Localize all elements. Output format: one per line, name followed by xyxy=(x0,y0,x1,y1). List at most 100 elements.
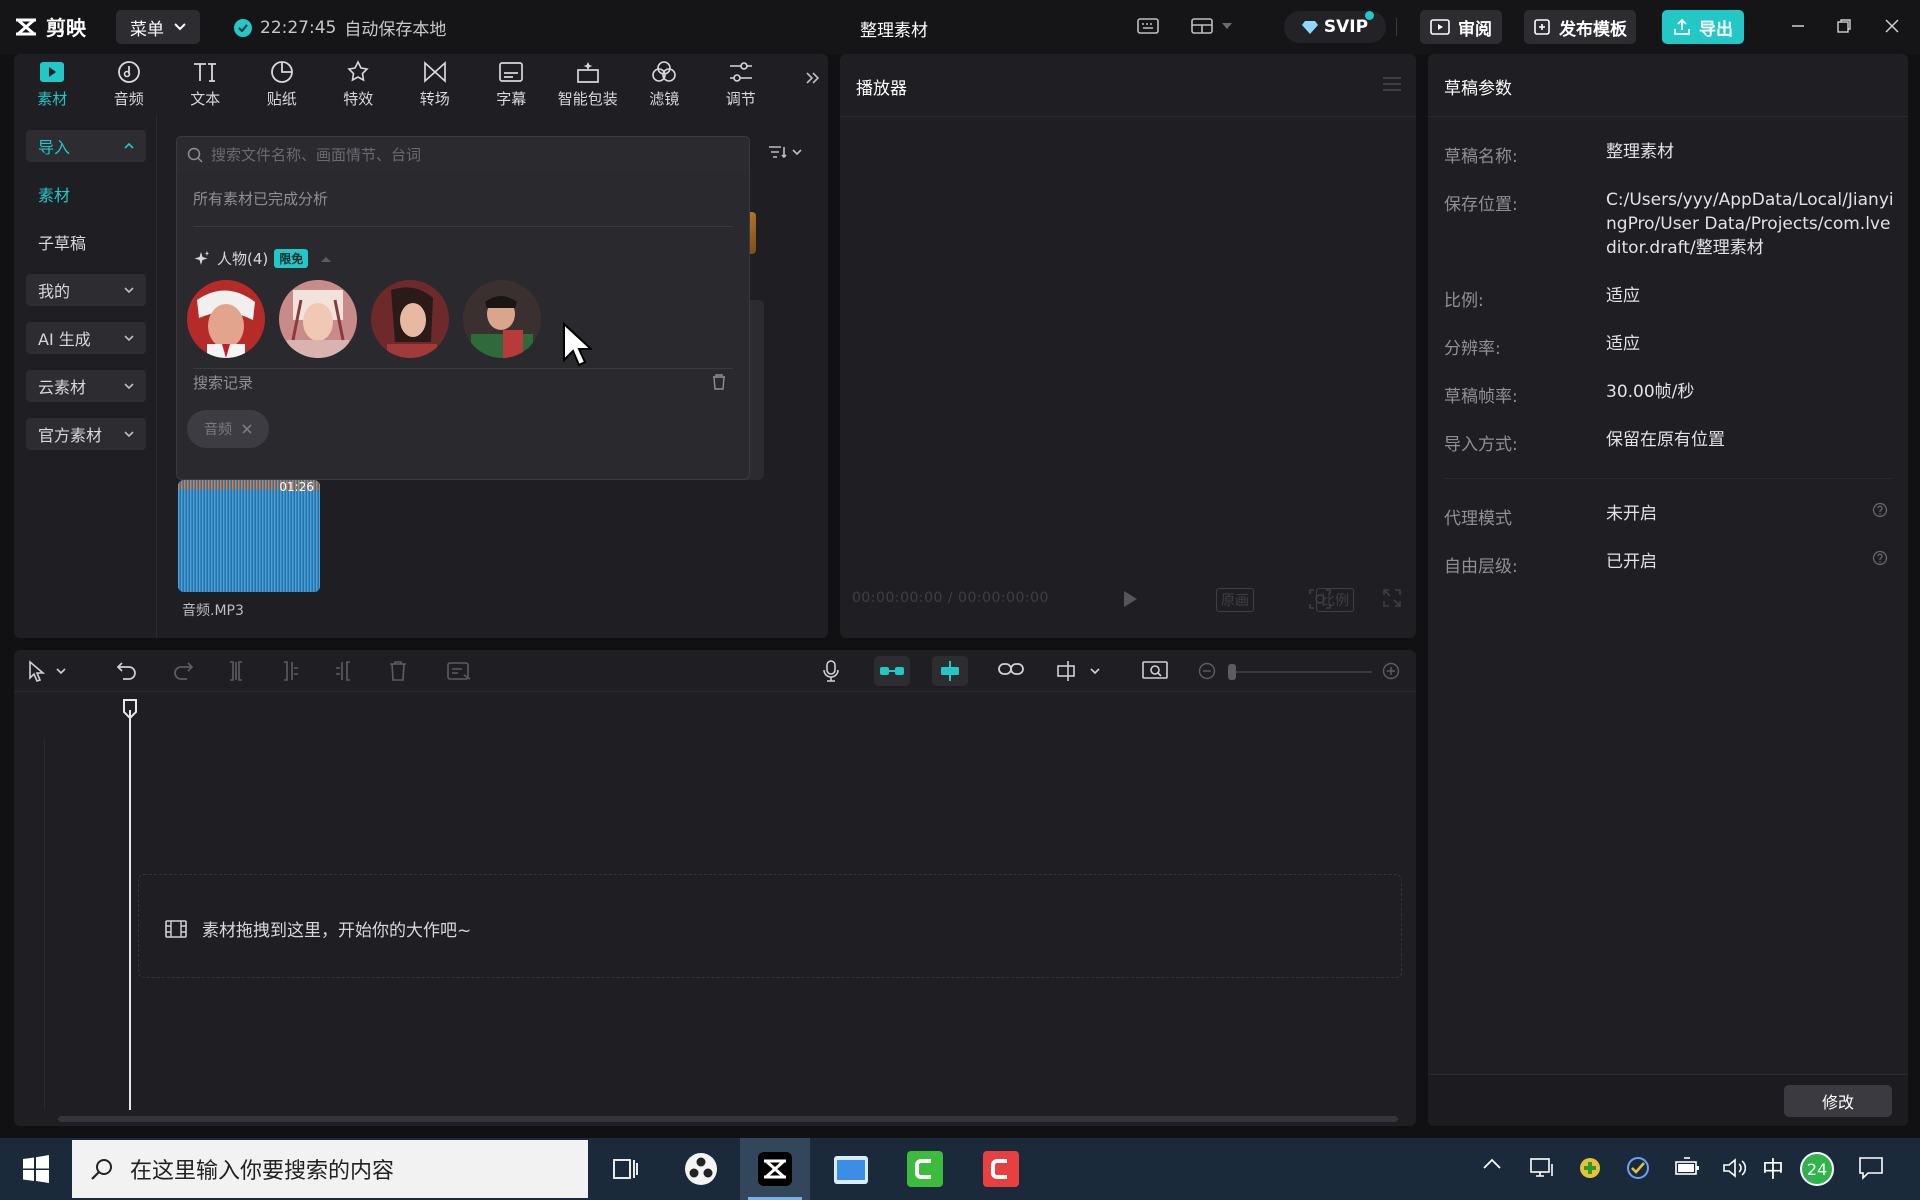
taskbar-app-capcut[interactable] xyxy=(740,1138,810,1200)
tab-label: 调节 xyxy=(725,90,756,108)
ratio-button[interactable]: 比例 xyxy=(1316,588,1354,612)
person-avatar-4[interactable] xyxy=(463,280,541,358)
sidebar-item-ai-generate[interactable]: AI 生成 xyxy=(26,322,146,354)
ime-indicator[interactable]: 中 xyxy=(1762,1152,1784,1184)
tab-sticker[interactable]: 贴纸 xyxy=(244,54,321,114)
publish-template-button[interactable]: 发布模板 xyxy=(1524,10,1636,44)
tab-subtitle[interactable]: 字幕 xyxy=(473,54,550,114)
adjust-icon xyxy=(728,59,754,85)
undo-button[interactable] xyxy=(116,660,138,682)
restore-button[interactable] xyxy=(1836,18,1852,34)
preview-axis-toggle[interactable] xyxy=(1056,660,1100,682)
sidebar-item-import[interactable]: 导入 xyxy=(26,130,146,162)
review-button[interactable]: 审阅 xyxy=(1420,10,1502,44)
task-view-button[interactable] xyxy=(590,1138,660,1200)
sidebar-item-label: 导入 xyxy=(38,138,71,157)
help-icon[interactable] xyxy=(1872,550,1888,566)
notification-badge[interactable]: 24 xyxy=(1800,1152,1834,1186)
show-hidden-icons-button[interactable] xyxy=(1482,1158,1502,1170)
person-avatar-2[interactable] xyxy=(279,280,357,358)
tab-text[interactable]: 文本 xyxy=(167,54,244,114)
marker-button[interactable] xyxy=(446,660,472,682)
chevron-down-icon xyxy=(124,431,134,437)
redo-button[interactable] xyxy=(172,660,194,682)
sidebar-item-media[interactable]: 素材 xyxy=(26,178,146,210)
split-button[interactable] xyxy=(226,660,246,682)
people-section-header[interactable]: 人物(4) 限免 xyxy=(193,248,332,269)
export-button[interactable]: 导出 xyxy=(1662,10,1744,44)
playhead-line[interactable] xyxy=(129,710,131,1110)
taskbar-app-davinci[interactable] xyxy=(666,1138,736,1200)
sidebar-item-official-media[interactable]: 官方素材 xyxy=(26,418,146,450)
tab-media[interactable]: 素材 xyxy=(14,54,91,114)
clear-history-button[interactable] xyxy=(711,374,727,390)
action-center-button[interactable] xyxy=(1858,1156,1884,1180)
zoom-out-button[interactable] xyxy=(1198,662,1216,680)
close-button[interactable] xyxy=(1884,18,1900,34)
timeline-panel: 素材拖拽到这里，开始你的大作吧~ xyxy=(14,650,1416,1126)
snap-toggle[interactable] xyxy=(932,656,968,686)
tray-app-icon[interactable] xyxy=(1578,1156,1602,1180)
search-input[interactable] xyxy=(211,146,731,164)
battery-icon[interactable] xyxy=(1674,1156,1700,1178)
modify-button[interactable]: 修改 xyxy=(1784,1085,1892,1117)
select-tool-button[interactable] xyxy=(28,660,66,682)
taskbar-app-camtasia-green[interactable] xyxy=(890,1138,960,1200)
check-tray-icon[interactable] xyxy=(1626,1156,1650,1180)
zoom-in-icon xyxy=(1382,662,1400,680)
start-button[interactable] xyxy=(0,1138,72,1200)
marker-icon xyxy=(447,662,471,680)
prop-value-import-mode: 保留在原有位置 xyxy=(1606,430,1725,450)
sidebar-item-cloud-media[interactable]: 云素材 xyxy=(26,370,146,402)
history-chip[interactable]: 音频 xyxy=(187,410,269,448)
shortcut-keyboard-icon[interactable] xyxy=(1136,16,1160,36)
play-button[interactable] xyxy=(1122,590,1138,608)
person-avatar-3[interactable] xyxy=(371,280,449,358)
zoom-slider-handle[interactable] xyxy=(1228,664,1236,680)
fullscreen-button[interactable] xyxy=(1382,588,1402,608)
tab-filter[interactable]: 滤镜 xyxy=(626,54,703,114)
filter-sort-button[interactable] xyxy=(768,144,802,160)
audio-icon xyxy=(117,59,141,85)
taskbar-search[interactable]: 在这里输入你要搜索的内容 xyxy=(72,1140,588,1198)
zoom-slider-track[interactable] xyxy=(1232,671,1372,673)
more-categories-button[interactable] xyxy=(804,70,820,86)
tab-smart-pack[interactable]: 智能包装 xyxy=(550,54,627,114)
original-quality-button[interactable]: 原画 xyxy=(1216,588,1254,612)
person-face-icon xyxy=(463,280,541,358)
timeline-scrollbar[interactable] xyxy=(58,1116,1398,1122)
volume-icon[interactable] xyxy=(1722,1156,1748,1180)
delete-button[interactable] xyxy=(388,660,408,682)
tab-transition[interactable]: 转场 xyxy=(397,54,474,114)
sidebar-item-label: 我的 xyxy=(38,282,71,301)
person-avatar-1[interactable] xyxy=(187,280,265,358)
zoom-fit-button[interactable] xyxy=(1142,660,1168,682)
app-icon xyxy=(685,1153,717,1185)
split-right-button[interactable] xyxy=(334,660,354,682)
sidebar-item-mine[interactable]: 我的 xyxy=(26,274,146,306)
taskbar-app-camtasia-red[interactable] xyxy=(966,1138,1036,1200)
split-left-button[interactable] xyxy=(280,660,300,682)
main-track-magnet-toggle[interactable] xyxy=(874,656,910,686)
record-voice-button[interactable] xyxy=(822,660,840,682)
tab-label: 智能包装 xyxy=(557,90,618,108)
zoom-in-button[interactable] xyxy=(1382,662,1400,680)
menu-button[interactable]: 菜单 xyxy=(116,10,200,44)
audio-media-item[interactable]: 01:26 xyxy=(178,480,320,592)
sidebar-item-sub-draft[interactable]: 子草稿 xyxy=(26,226,146,258)
tab-effects[interactable]: 特效 xyxy=(320,54,397,114)
link-toggle[interactable] xyxy=(998,660,1024,678)
svip-button[interactable]: SVIP xyxy=(1284,11,1386,43)
tab-adjust[interactable]: 调节 xyxy=(703,54,780,114)
filter-sort-icon xyxy=(769,146,787,159)
taskbar-app-file-explorer[interactable] xyxy=(816,1138,886,1200)
player-menu-button[interactable] xyxy=(1382,76,1402,92)
layout-switch[interactable] xyxy=(1190,16,1232,36)
close-icon[interactable] xyxy=(242,424,252,434)
minimize-button[interactable] xyxy=(1790,18,1806,34)
tab-audio[interactable]: 音频 xyxy=(91,54,168,114)
prop-label: 分辨率: xyxy=(1444,339,1501,359)
network-icon[interactable] xyxy=(1530,1156,1556,1180)
help-icon[interactable] xyxy=(1872,502,1888,518)
sticker-icon xyxy=(270,59,294,85)
